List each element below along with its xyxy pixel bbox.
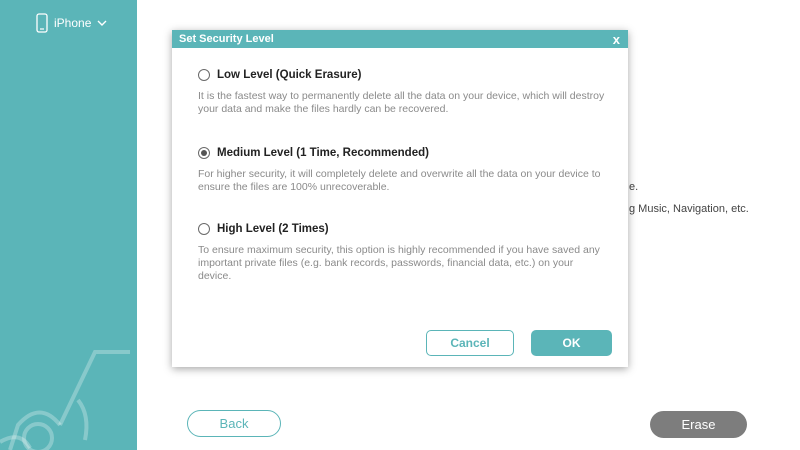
device-label: iPhone: [54, 16, 92, 30]
option-title: Medium Level (1 Time, Recommended): [217, 147, 429, 159]
option-title: High Level (2 Times): [217, 223, 329, 235]
ok-button[interactable]: OK: [531, 330, 612, 356]
option-row[interactable]: Low Level (Quick Erasure): [198, 69, 610, 81]
radio-button[interactable]: [198, 223, 210, 235]
chevron-down-icon: [97, 19, 107, 27]
security-level-dialog: Set Security Level x Low Level (Quick Er…: [172, 30, 628, 367]
radio-dot: [201, 150, 207, 156]
dialog-title: Set Security Level: [179, 33, 274, 45]
option-low-level: Low Level (Quick Erasure) It is the fast…: [198, 69, 610, 116]
back-button[interactable]: Back: [187, 410, 281, 437]
device-selector[interactable]: iPhone: [36, 12, 107, 34]
option-description: It is the fastest way to permanently del…: [198, 90, 605, 115]
cancel-button[interactable]: Cancel: [426, 330, 514, 356]
close-icon[interactable]: x: [613, 33, 620, 46]
option-high-level: High Level (2 Times) To ensure maximum s…: [198, 223, 610, 283]
option-description: For higher security, it will completely …: [198, 168, 601, 193]
option-row[interactable]: Medium Level (1 Time, Recommended): [198, 147, 610, 159]
option-title: Low Level (Quick Erasure): [217, 69, 362, 81]
background-text-fragment: g Music, Navigation, etc.: [629, 203, 749, 215]
radio-button[interactable]: [198, 69, 210, 81]
option-medium-level: Medium Level (1 Time, Recommended) For h…: [198, 147, 610, 194]
sidebar: iPhone: [0, 0, 137, 450]
dialog-header: Set Security Level x: [172, 30, 628, 48]
erase-button[interactable]: Erase: [650, 411, 747, 438]
phone-icon: [36, 13, 48, 33]
option-row[interactable]: High Level (2 Times): [198, 223, 610, 235]
vacuum-illustration-icon: [0, 350, 130, 450]
option-description: To ensure maximum security, this option …: [198, 244, 600, 282]
background-text-fragment: e.: [629, 181, 639, 193]
radio-button-selected[interactable]: [198, 147, 210, 159]
